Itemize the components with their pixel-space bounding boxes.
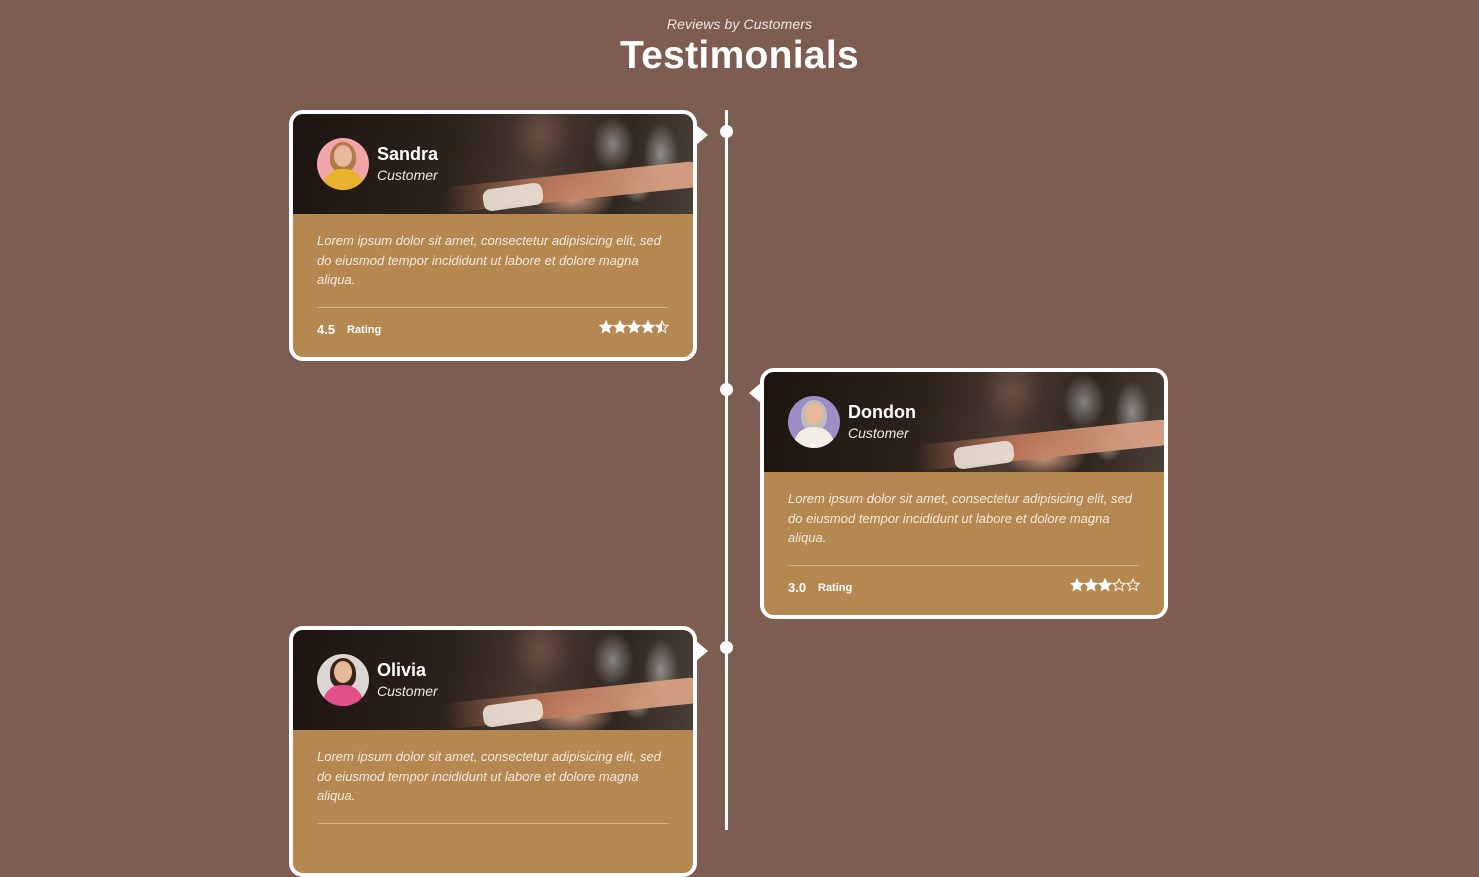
star-filled-icon: [613, 320, 627, 334]
section-title: Testimonials: [619, 34, 860, 77]
reviewer-role: Customer: [848, 425, 909, 441]
review-text: Lorem ipsum dolor sit amet, consectetur …: [788, 491, 1132, 545]
card-divider: [317, 823, 668, 824]
card-divider: [317, 307, 668, 308]
card-pointer: [749, 382, 762, 404]
section-header: Reviews by Customers Testimonials: [0, 16, 1479, 78]
reviewer-name: Olivia: [377, 660, 427, 680]
avatar: [317, 654, 369, 706]
star-rating: [1070, 578, 1140, 594]
star-empty-icon: [1112, 578, 1126, 592]
timeline-dot: [720, 125, 733, 138]
reviewer-role: Customer: [377, 167, 438, 183]
star-empty-icon: [1126, 578, 1140, 592]
reviewer-role: Customer: [377, 683, 438, 699]
rating-label: Rating: [818, 582, 853, 594]
timeline-line: [725, 110, 728, 830]
reviewer-name: Dondon: [848, 402, 916, 422]
testimonial-card: Sandra Customer Lorem ipsum dolor sit am…: [289, 110, 708, 361]
rating-value: 4.5: [317, 322, 336, 337]
testimonial-card: Dondon Customer Lorem ipsum dolor sit am…: [749, 368, 1168, 619]
star-rating: [599, 320, 669, 336]
avatar: [317, 138, 369, 190]
rating-label: Rating: [347, 324, 382, 336]
timeline-dot: [720, 383, 733, 396]
card-pointer: [695, 124, 708, 146]
rating-value: 3.0: [788, 580, 807, 595]
star-filled-icon: [1070, 578, 1084, 592]
star-filled-icon: [599, 320, 613, 334]
star-half-icon: [655, 320, 669, 334]
star-filled-icon: [1098, 578, 1112, 592]
review-text: Lorem ipsum dolor sit amet, consectetur …: [317, 233, 661, 287]
star-filled-icon: [627, 320, 641, 334]
card-pointer: [695, 640, 708, 662]
avatar: [788, 396, 840, 448]
review-text: Lorem ipsum dolor sit amet, consectetur …: [317, 749, 661, 803]
star-filled-icon: [1084, 578, 1098, 592]
timeline-dot: [720, 641, 733, 654]
section-subtitle: Reviews by Customers: [666, 16, 813, 32]
star-filled-icon: [641, 320, 655, 334]
card-divider: [788, 565, 1139, 566]
reviewer-name: Sandra: [377, 144, 439, 164]
testimonial-card: Olivia Customer Lorem ipsum dolor sit am…: [289, 626, 708, 877]
